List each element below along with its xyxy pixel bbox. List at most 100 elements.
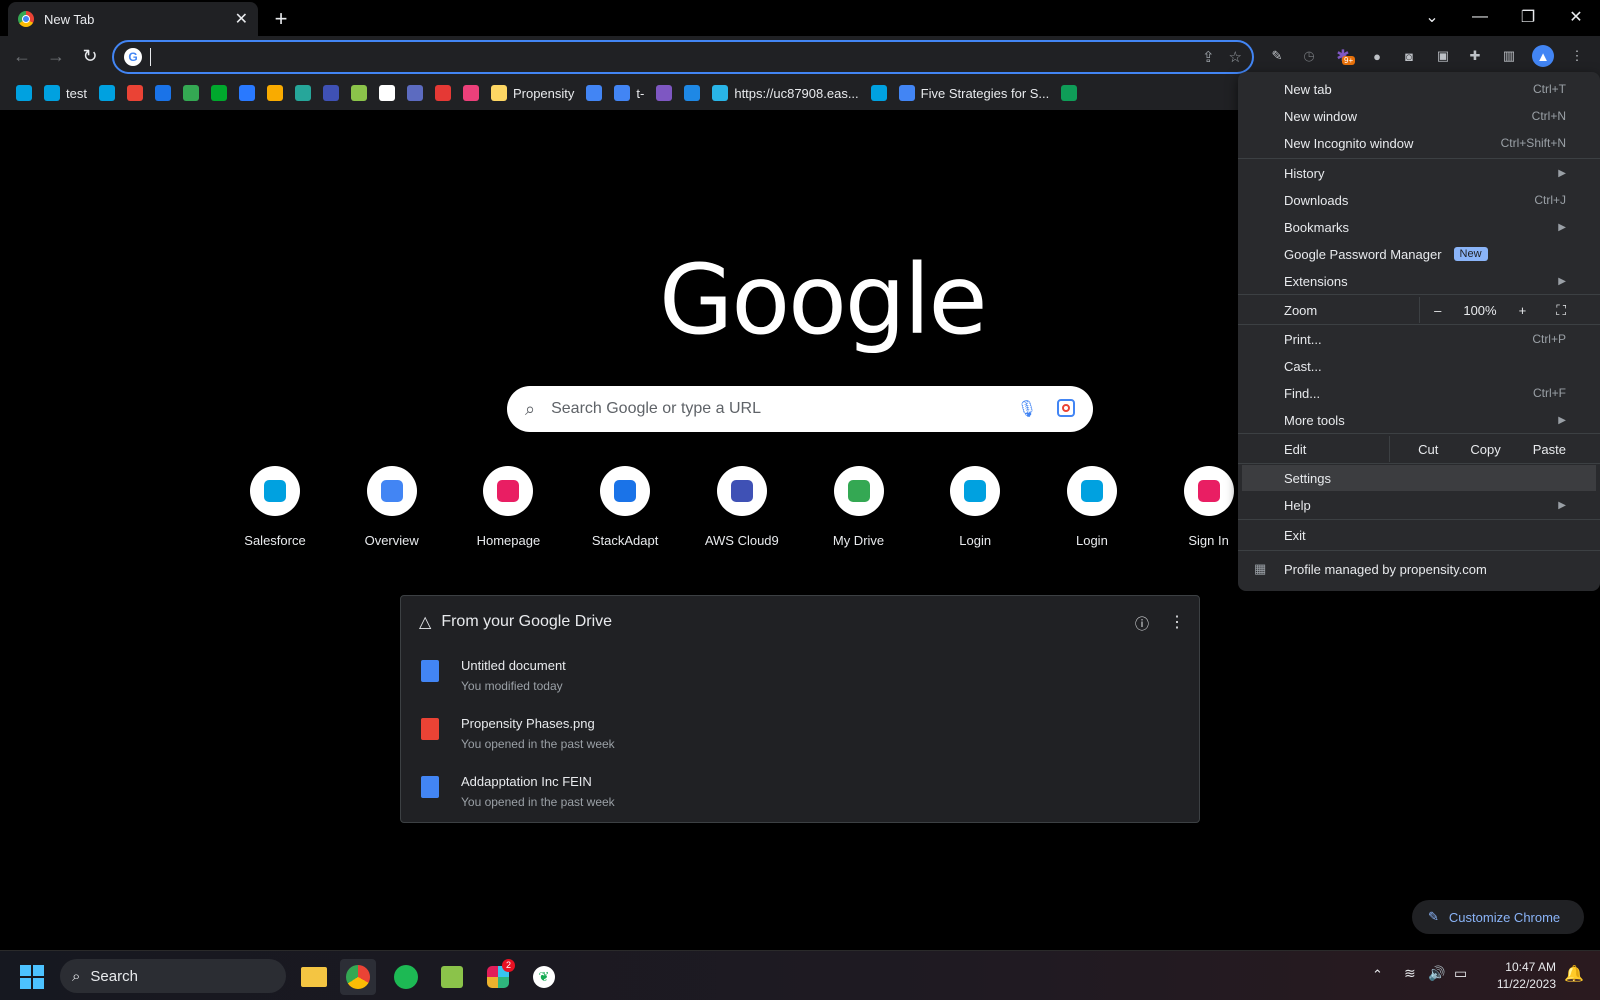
tab-new-tab[interactable]: New Tab ✕ bbox=[8, 2, 258, 36]
tab-search-icon[interactable]: ⌄ bbox=[1408, 0, 1456, 34]
new-tab-button[interactable]: + bbox=[268, 6, 294, 32]
fullscreen-icon[interactable]: ⛶ bbox=[1556, 302, 1566, 319]
shortcut-tile[interactable]: My Drive bbox=[803, 466, 915, 562]
back-icon[interactable]: ← bbox=[10, 44, 34, 68]
restore-button[interactable]: ❐ bbox=[1504, 0, 1552, 34]
menu-item-settings[interactable]: Settings bbox=[1242, 465, 1596, 491]
asterisk-extension-icon[interactable]: ✱ 9+ bbox=[1332, 45, 1356, 67]
minimize-button[interactable]: — bbox=[1456, 0, 1504, 34]
bookmark-item[interactable] bbox=[349, 80, 369, 106]
bookmark-item[interactable] bbox=[125, 80, 145, 106]
search-placeholder[interactable]: Search Google or type a URL bbox=[551, 400, 761, 418]
search-box[interactable]: ⌕ Search Google or type a URL 🎙 bbox=[507, 386, 1093, 432]
bookmark-item[interactable] bbox=[869, 80, 889, 106]
drive-file-item[interactable]: Propensity Phases.png You opened in the p… bbox=[419, 716, 1119, 760]
menu-item-downloads[interactable]: Downloads Ctrl+J bbox=[1238, 187, 1600, 213]
menu-item-more-tools[interactable]: More tools ▶ bbox=[1238, 407, 1600, 433]
menu-item-extensions[interactable]: Extensions ▶ bbox=[1238, 268, 1600, 294]
google-lens-icon[interactable] bbox=[1057, 399, 1075, 417]
bookmark-item[interactable] bbox=[321, 80, 341, 106]
close-tab-icon[interactable]: ✕ bbox=[235, 9, 248, 29]
side-panel-icon[interactable]: ▥ bbox=[1498, 45, 1520, 67]
file-explorer-icon[interactable] bbox=[296, 959, 332, 995]
zoom-in-button[interactable]: + bbox=[1519, 303, 1527, 318]
image-app-icon[interactable] bbox=[434, 959, 470, 995]
info-icon[interactable]: ⓘ bbox=[1135, 614, 1149, 634]
bookmark-item[interactable] bbox=[181, 80, 201, 106]
shortcut-tile[interactable]: Login bbox=[919, 466, 1031, 562]
bookmark-item[interactable] bbox=[461, 80, 481, 106]
bookmark-item[interactable] bbox=[237, 80, 257, 106]
menu-item-password-manager[interactable]: Google Password Manager New bbox=[1238, 241, 1600, 267]
shortcut-tile[interactable]: Login bbox=[1036, 466, 1148, 562]
shortcut-tile[interactable]: AWS Cloud9 bbox=[686, 466, 798, 562]
camera-extension-icon[interactable]: ◙ bbox=[1398, 45, 1420, 67]
bookmark-item[interactable] bbox=[654, 80, 674, 106]
menu-item-new-incognito[interactable]: New Incognito window Ctrl+Shift+N bbox=[1238, 130, 1600, 156]
shortcut-tile[interactable]: Salesforce bbox=[219, 466, 331, 562]
bookmark-star-icon[interactable]: ☆ bbox=[1229, 48, 1242, 66]
reload-icon[interactable]: ↻ bbox=[78, 44, 102, 68]
menu-item-bookmarks[interactable]: Bookmarks ▶ bbox=[1238, 214, 1600, 240]
menu-item-find[interactable]: Find... Ctrl+F bbox=[1238, 380, 1600, 406]
bookmark-item[interactable]: Five Strategies for S... bbox=[897, 80, 1052, 106]
bookmark-item[interactable]: t- bbox=[612, 80, 646, 106]
menu-item-print[interactable]: Print... Ctrl+P bbox=[1238, 326, 1600, 352]
share-icon[interactable]: ⇪ bbox=[1202, 48, 1215, 66]
slack-icon[interactable]: 2 bbox=[480, 959, 516, 995]
bookmark-item[interactable] bbox=[209, 80, 229, 106]
bookmark-item[interactable]: test bbox=[42, 80, 89, 106]
bookmark-item[interactable]: https://uc87908.eas... bbox=[710, 80, 860, 106]
bookmark-item[interactable] bbox=[97, 80, 117, 106]
zoom-out-button[interactable]: – bbox=[1434, 303, 1441, 318]
wifi-icon[interactable]: ≋ bbox=[1404, 965, 1416, 982]
chevron-up-icon[interactable]: ⌃ bbox=[1372, 967, 1383, 983]
bookmark-item[interactable] bbox=[405, 80, 425, 106]
chrome-taskbar-icon[interactable] bbox=[340, 959, 376, 995]
address-bar[interactable]: G ⇪ ☆ bbox=[112, 40, 1254, 74]
extensions-puzzle-icon[interactable]: ✚ bbox=[1464, 45, 1486, 67]
copy-button[interactable]: Copy bbox=[1470, 442, 1500, 457]
menu-item-new-window[interactable]: New window Ctrl+N bbox=[1238, 103, 1600, 129]
timer-extension-icon[interactable]: ◷ bbox=[1298, 45, 1320, 67]
shortcut-tile[interactable]: Overview bbox=[336, 466, 448, 562]
shortcut-tile[interactable]: StackAdapt bbox=[569, 466, 681, 562]
drive-file-item[interactable]: Untitled document You modified today bbox=[419, 658, 1119, 702]
mongodb-icon[interactable]: ❦ bbox=[526, 959, 562, 995]
drive-file-item[interactable]: Addapptation Inc FEIN You opened in the p… bbox=[419, 774, 1119, 818]
bookmark-item[interactable]: Propensity bbox=[489, 80, 576, 106]
menu-item-history[interactable]: History ▶ bbox=[1238, 160, 1600, 186]
bookmark-item[interactable] bbox=[265, 80, 285, 106]
spotify-icon[interactable] bbox=[388, 959, 424, 995]
circle-extension-icon[interactable]: ● bbox=[1366, 45, 1388, 67]
notification-bell-icon[interactable]: 🔔 bbox=[1564, 964, 1584, 984]
bookmark-item[interactable] bbox=[153, 80, 173, 106]
forward-icon[interactable]: → bbox=[44, 44, 68, 68]
volume-icon[interactable]: 🔊 bbox=[1428, 965, 1445, 982]
eyedropper-extension-icon[interactable]: ✎ bbox=[1266, 45, 1288, 67]
shortcut-tile[interactable]: Homepage bbox=[452, 466, 564, 562]
clock[interactable]: 10:47 AM 11/22/2023 bbox=[1486, 959, 1556, 993]
hubspot-extension-icon[interactable]: ▣ bbox=[1432, 45, 1454, 67]
menu-item-managed-profile[interactable]: ▦ Profile managed by propensity.com bbox=[1238, 556, 1600, 582]
windows-start-icon[interactable] bbox=[20, 965, 44, 989]
bookmark-item[interactable] bbox=[293, 80, 313, 106]
cut-button[interactable]: Cut bbox=[1418, 442, 1438, 457]
bookmark-item[interactable] bbox=[682, 80, 702, 106]
battery-icon[interactable]: ▭ bbox=[1454, 965, 1467, 982]
more-vert-icon[interactable]: ⋮ bbox=[1169, 612, 1185, 632]
bookmark-item[interactable] bbox=[433, 80, 453, 106]
chrome-menu-icon[interactable]: ⋮ bbox=[1566, 45, 1588, 67]
menu-item-cast[interactable]: Cast... bbox=[1238, 353, 1600, 379]
bookmark-item[interactable] bbox=[377, 80, 397, 106]
bookmark-item[interactable] bbox=[584, 80, 604, 106]
microphone-icon[interactable]: 🎙 bbox=[1017, 399, 1037, 419]
close-window-button[interactable]: ✕ bbox=[1552, 0, 1600, 34]
paste-button[interactable]: Paste bbox=[1533, 442, 1566, 457]
menu-item-new-tab[interactable]: New tab Ctrl+T bbox=[1238, 76, 1600, 102]
bookmark-item[interactable] bbox=[14, 80, 34, 106]
customize-chrome-button[interactable]: ✎ Customize Chrome bbox=[1412, 900, 1584, 934]
bookmark-item[interactable] bbox=[1059, 80, 1079, 106]
taskbar-search[interactable]: ⌕ Search bbox=[60, 959, 286, 993]
menu-item-exit[interactable]: Exit bbox=[1238, 522, 1600, 548]
